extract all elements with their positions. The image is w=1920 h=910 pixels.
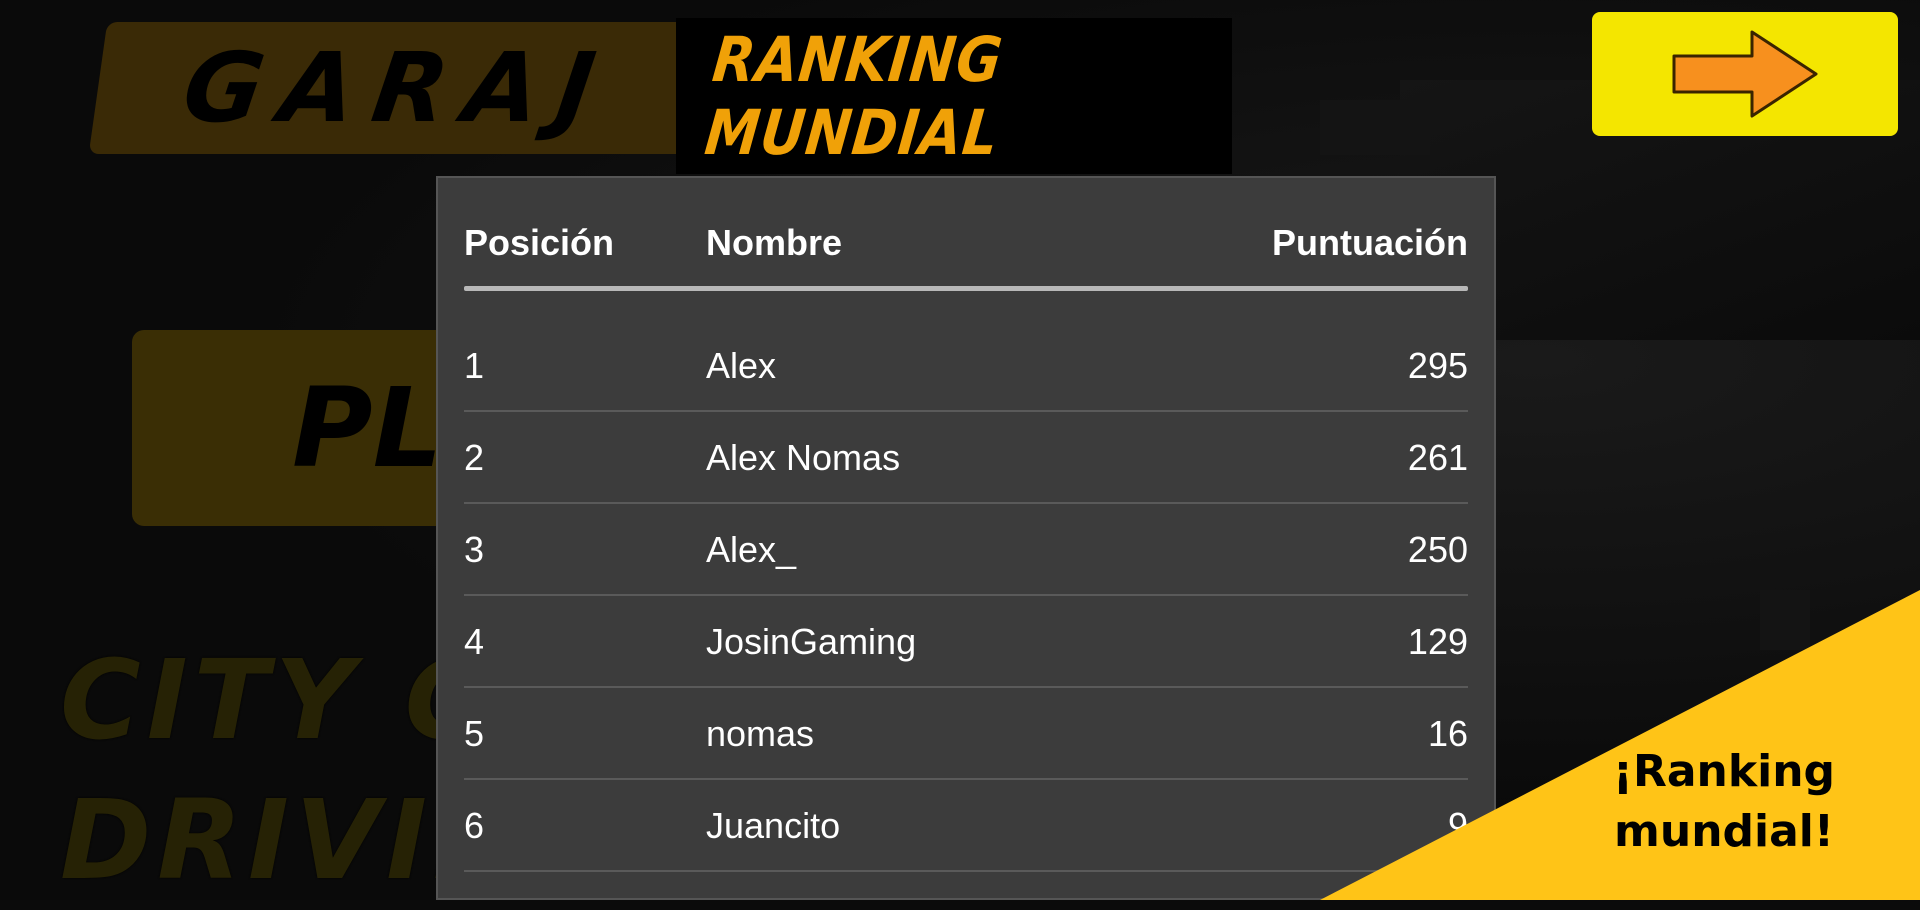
row-position: 5 [464,713,485,754]
leaderboard-panel[interactable]: Posición Nombre Puntuación 1 Alex 295 2 … [436,176,1496,900]
row-name: nomas [706,713,815,754]
row-score: 261 [1407,437,1468,478]
leaderboard-rows: 1 Alex 295 2 Alex Nomas 261 3 Alex_ 250 … [464,322,1468,874]
row-score: 129 [1407,621,1468,662]
table-row: 1 Alex 295 [464,322,1468,412]
page-title: RANKING MUNDIAL [701,23,1007,169]
table-row: 6 Juancito 9 [464,782,1468,872]
header-divider [464,286,1468,291]
row-name: Juancito [706,805,841,846]
row-name: JosinGaming [706,621,917,662]
table-row: 5 nomas 16 [464,690,1468,780]
column-header-score: Puntuación [1272,222,1468,263]
table-header: Posición Nombre Puntuación [464,218,1468,268]
row-position: 6 [464,805,485,846]
row-position: 3 [464,529,485,570]
table-row: 4 JosinGaming 129 [464,598,1468,688]
garage-label: GARAJ [176,32,620,144]
row-position: 2 [464,437,485,478]
row-position: 4 [464,621,485,662]
promo-text: ¡Ranking mundial! [1604,742,1844,862]
ranking-title-bar: RANKING MUNDIAL [676,18,1232,174]
column-header-name: Nombre [706,222,843,263]
table-row: 3 Alex_ 250 [464,506,1468,596]
garage-button-background: GARAJ [88,22,708,154]
next-button[interactable] [1592,12,1898,136]
promo-line: mundial! [1614,806,1834,857]
column-header-position: Posición [464,222,615,263]
row-score: 250 [1407,529,1468,570]
row-position: 1 [464,345,485,386]
row-score: 9 [1447,805,1468,846]
promo-line: ¡Ranking [1612,746,1836,797]
background-window [1320,100,1430,155]
row-name: Alex [706,345,777,386]
row-name: Alex Nomas [706,437,901,478]
row-score: 295 [1407,345,1468,386]
row-name: Alex_ [706,529,797,570]
row-score: 16 [1427,713,1468,754]
table-row: 2 Alex Nomas 261 [464,414,1468,504]
background-window [1760,590,1810,650]
play-label: PL [292,364,443,492]
arrow-right-icon [1672,30,1818,118]
